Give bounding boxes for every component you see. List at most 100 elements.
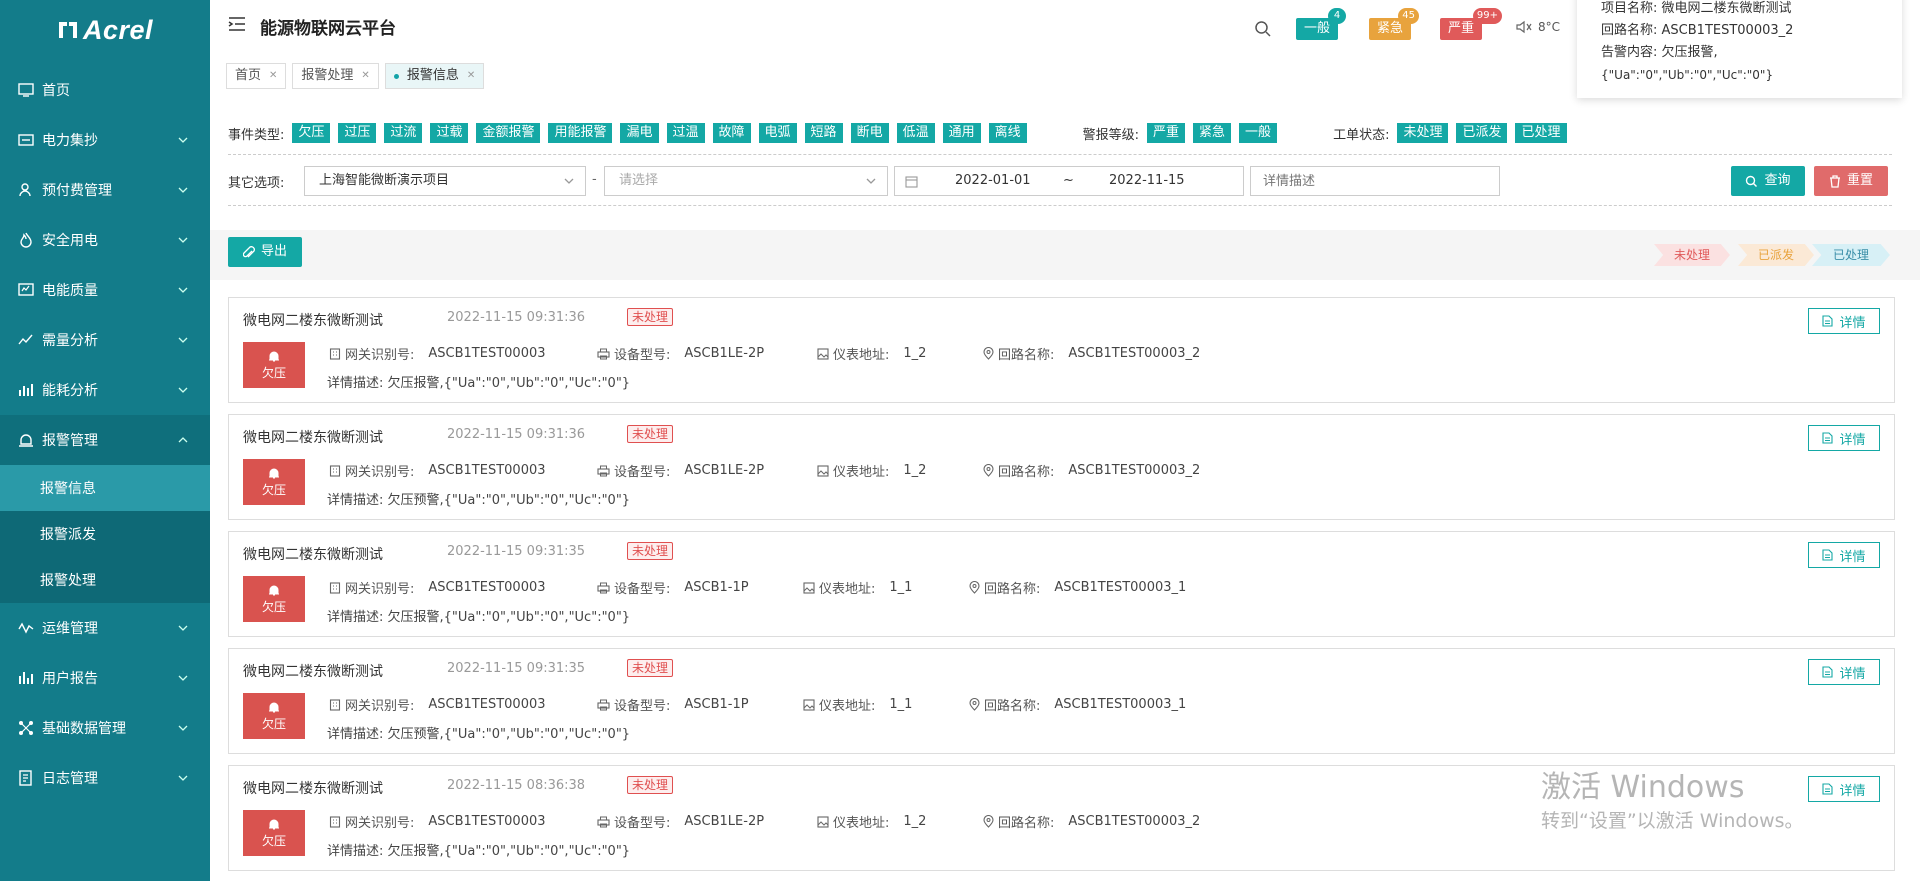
alarm-badge-urgent[interactable]: 紧急 45 xyxy=(1369,8,1420,40)
chip-level[interactable]: 一般 xyxy=(1239,123,1278,143)
alarm-card[interactable]: 微电网二楼东微断测试 2022-11-15 09:31:35 未处理 欠压 网关… xyxy=(228,531,1895,637)
chip-event-type[interactable]: 通用 xyxy=(942,123,981,143)
alarm-badge-label: 紧急 xyxy=(1377,21,1404,36)
export-button[interactable]: 导出 xyxy=(228,237,302,267)
bar-chart-icon xyxy=(19,384,33,396)
alarm-type-label: 欠压 xyxy=(261,716,286,731)
device-value: ASCB1LE-2P xyxy=(684,814,765,829)
printer-icon xyxy=(597,465,610,476)
speaker-mute-icon[interactable] xyxy=(1516,20,1532,34)
close-icon[interactable]: ✕ xyxy=(361,64,369,88)
detail-search-input[interactable] xyxy=(1250,166,1500,196)
chip-event-type[interactable]: 过载 xyxy=(430,123,469,143)
sidebar-item-maintenance[interactable]: 运维管理 xyxy=(0,603,210,653)
chip-event-type[interactable]: 过温 xyxy=(666,123,705,143)
fire-icon xyxy=(20,232,32,248)
date-end[interactable]: 2022-11-15 xyxy=(1109,167,1185,195)
alarm-card[interactable]: 微电网二楼东微断测试 2022-11-15 09:31:35 未处理 欠压 网关… xyxy=(228,648,1895,754)
date-start[interactable]: 2022-01-01 xyxy=(955,167,1031,195)
printer-icon xyxy=(597,699,610,710)
sidebar-item-home[interactable]: 首页 xyxy=(0,65,210,115)
query-button[interactable]: 查询 xyxy=(1731,166,1805,196)
chip-order-status[interactable]: 未处理 xyxy=(1397,123,1449,143)
chip-event-type[interactable]: 故障 xyxy=(712,123,751,143)
sidebar-item-power-quality[interactable]: 电能质量 xyxy=(0,265,210,315)
date-range-picker[interactable]: 2022-01-01 ~ 2022-11-15 xyxy=(894,166,1244,196)
reset-button[interactable]: 重置 xyxy=(1814,166,1888,196)
divider xyxy=(228,205,1892,206)
detail-button[interactable]: 详情 xyxy=(1808,776,1880,802)
alarm-icon xyxy=(19,434,33,447)
project-select[interactable]: 上海智能微断演示项目 xyxy=(304,166,586,196)
chip-event-type[interactable]: 过压 xyxy=(338,123,377,143)
device-value: ASCB1-1P xyxy=(684,697,749,712)
alarm-time: 2022-11-15 08:36:38 xyxy=(447,778,586,793)
filter-chips-row: 事件类型: 欠压 过压 过流 过载 金额报警 用能报警 漏电 过温 故障 电弧 … xyxy=(228,123,1575,143)
chip-event-type[interactable]: 电弧 xyxy=(758,123,797,143)
meter-field: 仪表地址: 1_2 xyxy=(817,812,926,831)
alarm-type-tile: 欠压 xyxy=(243,576,305,622)
search-icon[interactable] xyxy=(1254,20,1272,38)
sidebar-item-log[interactable]: 日志管理 xyxy=(0,753,210,803)
chip-event-type[interactable]: 用能报警 xyxy=(548,123,613,143)
chip-level[interactable]: 严重 xyxy=(1147,123,1186,143)
chip-event-type[interactable]: 漏电 xyxy=(620,123,659,143)
chip-level[interactable]: 紧急 xyxy=(1193,123,1232,143)
tab-home[interactable]: 首页 ✕ xyxy=(226,63,287,89)
device-field: 设备型号: ASCB1-1P xyxy=(597,578,749,597)
chip-event-type[interactable]: 低温 xyxy=(896,123,935,143)
alarm-badge-general[interactable]: 一般 4 xyxy=(1296,8,1347,40)
sidebar-item-energy[interactable]: 能耗分析 xyxy=(0,365,210,415)
close-icon[interactable]: ✕ xyxy=(269,64,277,88)
alarm-card[interactable]: 微电网二楼东微断测试 2022-11-15 09:31:36 未处理 欠压 网关… xyxy=(228,414,1895,520)
sidebar-item-power-reading[interactable]: 电力集抄 xyxy=(0,115,210,165)
alarm-card[interactable]: 微电网二楼东微断测试 2022-11-15 09:31:36 未处理 欠压 网关… xyxy=(228,297,1895,403)
bell-icon xyxy=(269,585,279,595)
submenu-alarm-dispatch[interactable]: 报警派发 xyxy=(0,511,210,557)
device-field: 设备型号: ASCB1LE-2P xyxy=(597,461,764,480)
detail-button[interactable]: 详情 xyxy=(1808,659,1880,685)
submenu-alarm-info[interactable]: 报警信息 xyxy=(0,465,210,511)
weather-widget: 8°C xyxy=(1516,20,1560,34)
tab-alarm-info[interactable]: 报警信息 ✕ xyxy=(384,63,485,89)
building-icon xyxy=(329,698,341,711)
chevron-down-icon xyxy=(178,675,188,681)
tab-alarm-handle[interactable]: 报警处理 ✕ xyxy=(292,63,379,89)
device-value: ASCB1LE-2P xyxy=(684,346,765,361)
detail-button[interactable]: 详情 xyxy=(1808,425,1880,451)
chip-event-type[interactable]: 短路 xyxy=(804,123,843,143)
sidebar-item-safety[interactable]: 安全用电 xyxy=(0,215,210,265)
sidebar-item-report[interactable]: 用户报告 xyxy=(0,653,210,703)
alarm-notification-popup[interactable]: 项目名称: 微电网二楼东微断测试 回路名称: ASCB1TEST00003_2 … xyxy=(1577,0,1902,98)
network-icon xyxy=(19,721,33,735)
submenu-alarm-handle[interactable]: 报警处理 xyxy=(0,557,210,603)
sidebar-item-label: 电能质量 xyxy=(42,283,98,299)
loop-select[interactable]: 请选择 xyxy=(604,166,888,196)
chevron-down-icon xyxy=(178,137,188,143)
chip-event-type[interactable]: 欠压 xyxy=(292,123,331,143)
sidebar-item-alarm[interactable]: 报警管理 xyxy=(0,415,210,465)
building-icon xyxy=(329,815,341,828)
detail-button[interactable]: 详情 xyxy=(1808,308,1880,334)
chip-event-type[interactable]: 过流 xyxy=(384,123,423,143)
temperature: 8°C xyxy=(1538,20,1561,34)
chip-event-type[interactable]: 离线 xyxy=(988,123,1027,143)
sidebar-item-demand[interactable]: 需量分析 xyxy=(0,315,210,365)
chevron-up-icon xyxy=(178,437,188,443)
detail-button[interactable]: 详情 xyxy=(1808,542,1880,568)
chip-event-type[interactable]: 断电 xyxy=(850,123,889,143)
alarm-title: 微电网二楼东微断测试 xyxy=(243,664,383,680)
chevron-down-icon xyxy=(178,287,188,293)
brand-logo[interactable]: Acrel xyxy=(0,0,210,60)
gateway-field: 网关识别号: ASCB1TEST00003 xyxy=(329,461,546,480)
close-icon[interactable]: ✕ xyxy=(467,64,475,88)
sidebar-item-basic-data[interactable]: 基础数据管理 xyxy=(0,703,210,753)
chip-event-type[interactable]: 金额报警 xyxy=(476,123,541,143)
sidebar-item-prepaid[interactable]: 预付费管理 xyxy=(0,165,210,215)
chip-order-status[interactable]: 已派发 xyxy=(1456,123,1508,143)
chip-order-status[interactable]: 已处理 xyxy=(1515,123,1567,143)
alarm-badge-severe[interactable]: 严重 99+ xyxy=(1440,8,1503,40)
menu-toggle-icon[interactable] xyxy=(228,16,246,32)
meter-field: 仪表地址: 1_1 xyxy=(803,695,912,714)
image-icon xyxy=(817,815,829,828)
